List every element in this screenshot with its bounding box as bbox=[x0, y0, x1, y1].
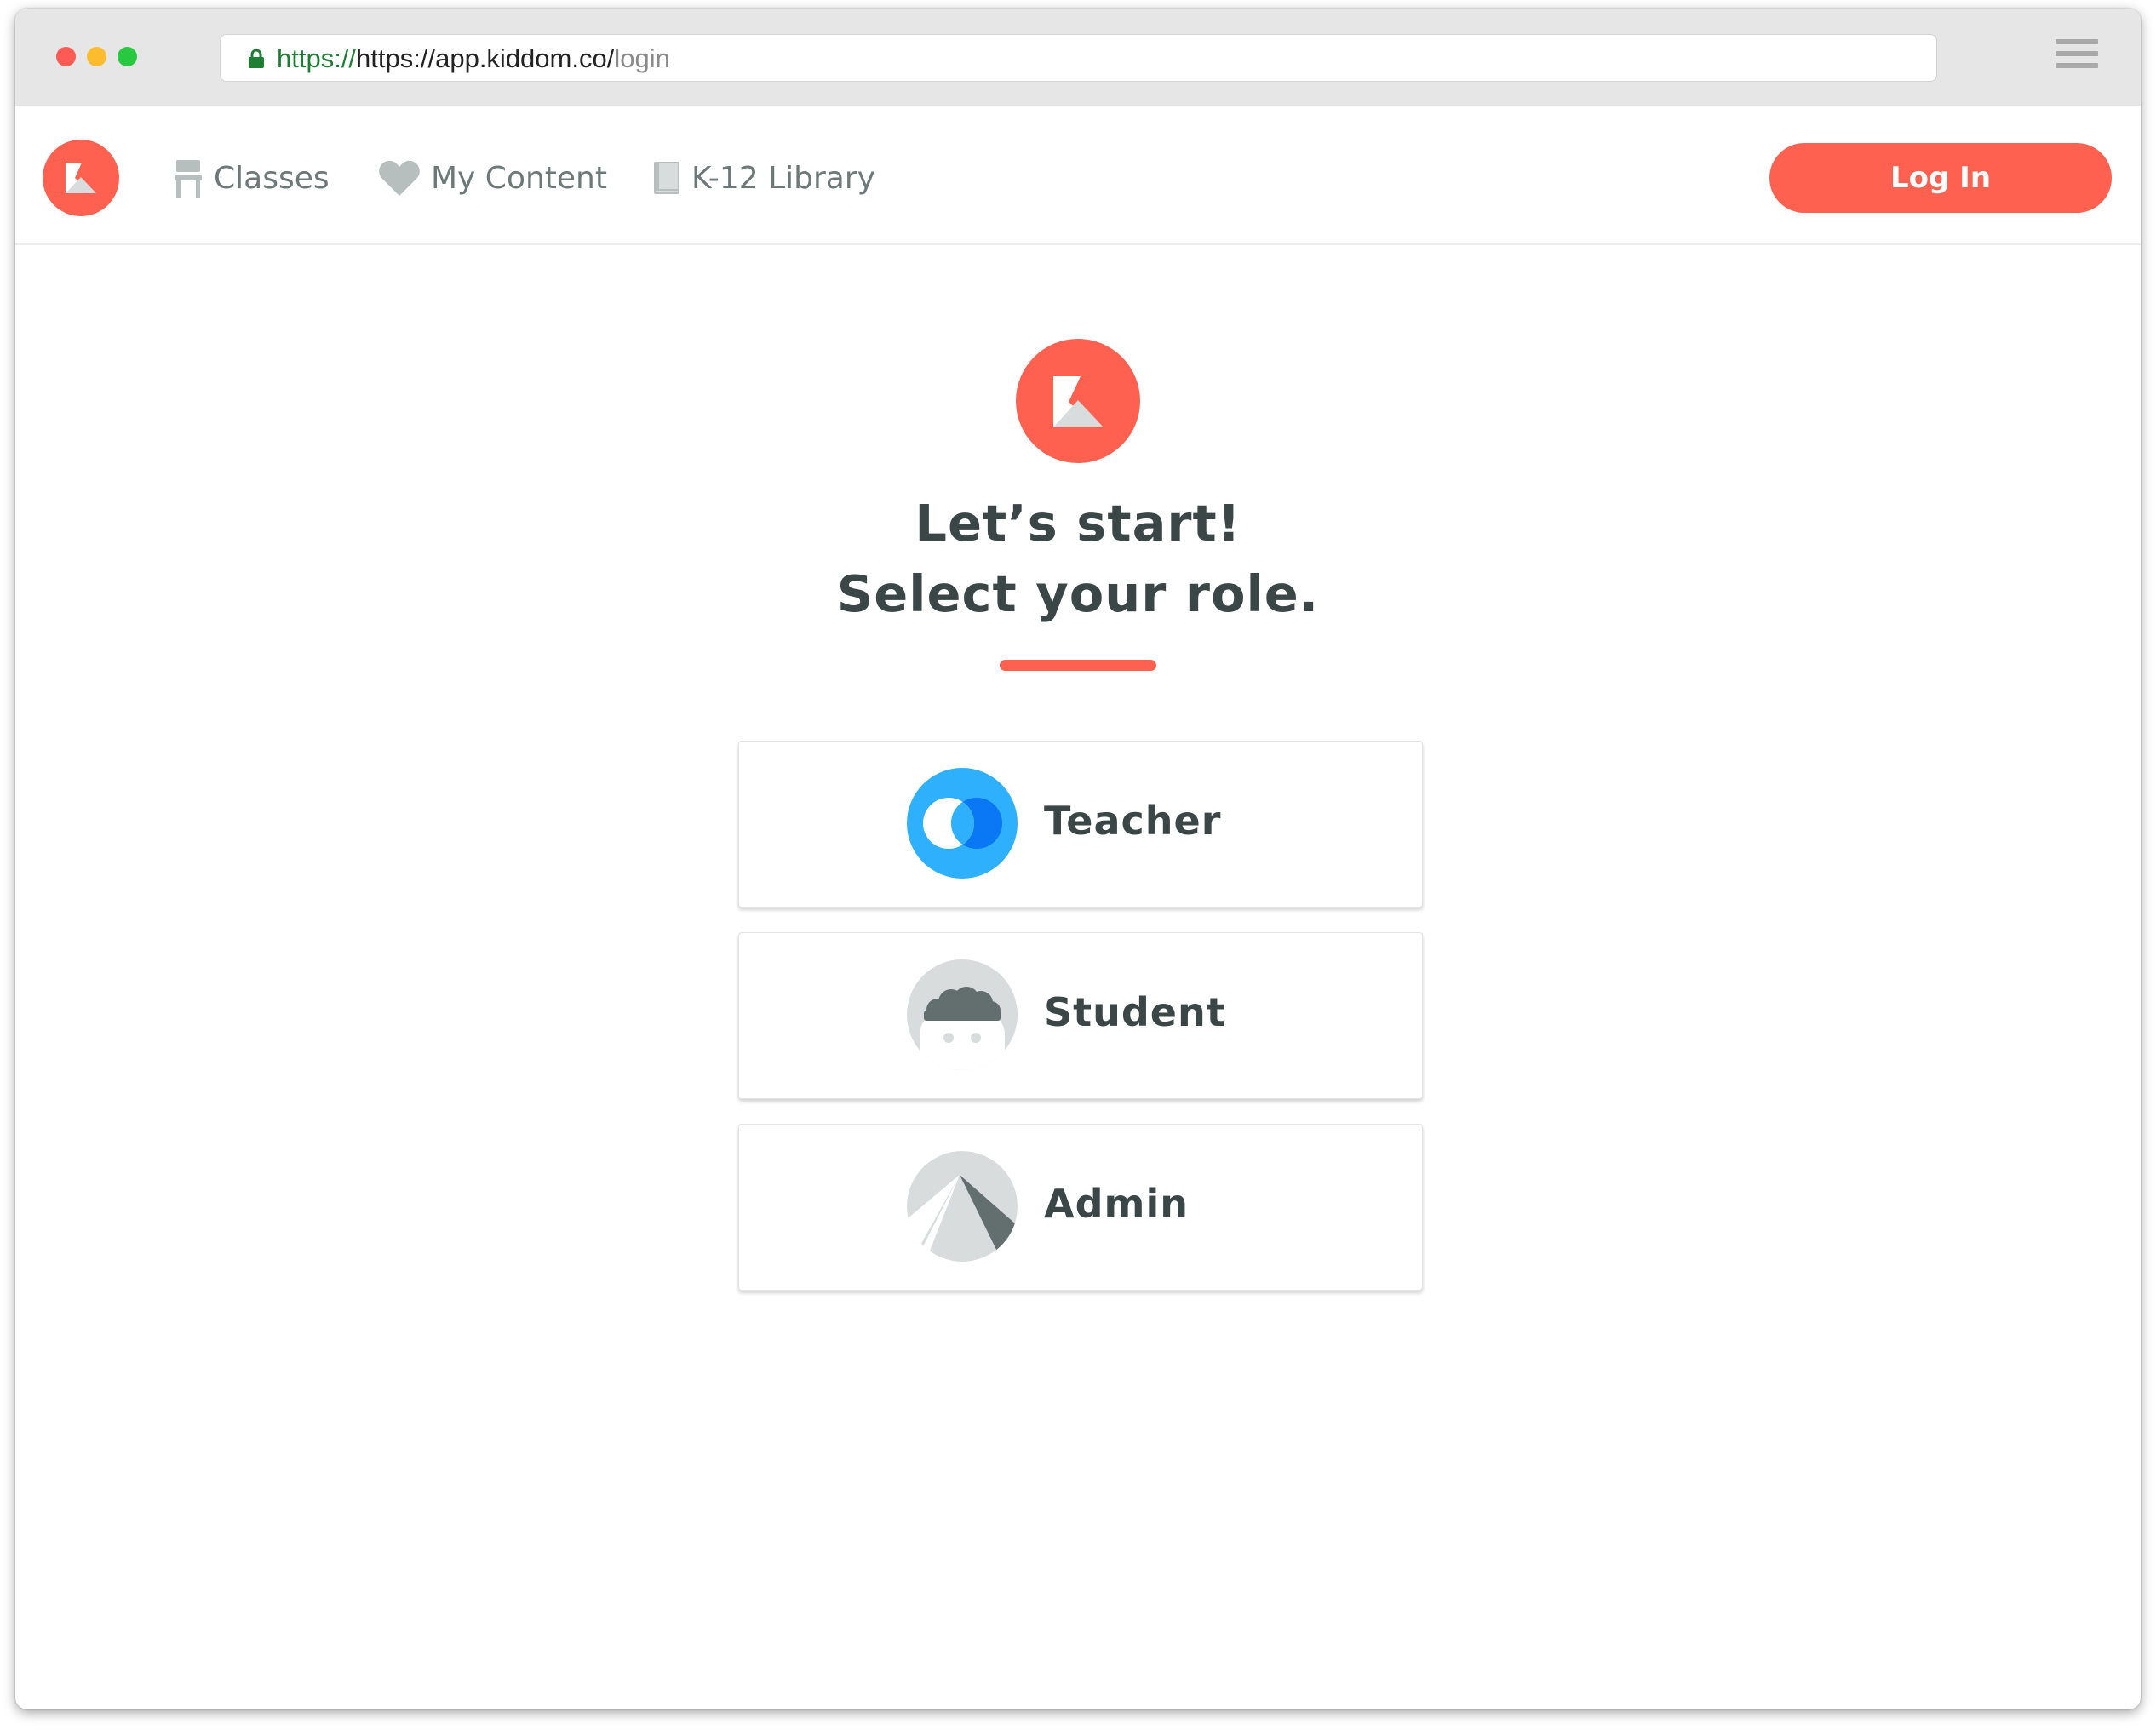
nav-item-label: My Content bbox=[431, 160, 607, 196]
teacher-icon bbox=[907, 768, 1018, 879]
nav-item-my-content[interactable]: My Content bbox=[378, 157, 607, 199]
browser-window: https://https://app.kiddom.co/login Clas… bbox=[15, 9, 2141, 1709]
zoom-window-button[interactable] bbox=[118, 47, 137, 66]
role-label: Teacher bbox=[1044, 798, 1222, 844]
student-icon bbox=[907, 959, 1018, 1070]
nav-item-label: K-12 Library bbox=[691, 160, 875, 196]
admin-icon bbox=[907, 1151, 1018, 1262]
nav-item-k12-library[interactable]: K-12 Library bbox=[652, 157, 875, 199]
nav-item-classes[interactable]: Classes bbox=[173, 157, 330, 199]
nav-item-label: Classes bbox=[214, 160, 330, 196]
kiddom-logo[interactable] bbox=[43, 140, 119, 216]
book-icon bbox=[654, 162, 679, 194]
hamburger-menu-icon[interactable] bbox=[2056, 39, 2098, 73]
role-card-student[interactable]: Student bbox=[738, 932, 1423, 1099]
app-navbar: Classes My Content K-12 Library Log In bbox=[15, 106, 2141, 245]
role-label: Admin bbox=[1044, 1181, 1189, 1227]
minimize-window-button[interactable] bbox=[87, 47, 106, 66]
url-scheme: https:// bbox=[277, 43, 357, 73]
address-bar[interactable]: https://https://app.kiddom.co/login bbox=[220, 34, 1937, 82]
heart-icon bbox=[379, 160, 420, 196]
role-card-teacher[interactable]: Teacher bbox=[738, 741, 1423, 908]
close-window-button[interactable] bbox=[56, 47, 76, 66]
login-button[interactable]: Log In bbox=[1769, 143, 2112, 213]
title-underline bbox=[1000, 660, 1156, 671]
browser-toolbar: https://https://app.kiddom.co/login bbox=[15, 9, 2141, 106]
url-text: https://https://app.kiddom.co/login bbox=[277, 45, 670, 72]
url-path: login bbox=[614, 43, 670, 73]
page-title-line-1: Let’s start! bbox=[915, 494, 1241, 553]
url-host: https://app.kiddom.co/ bbox=[356, 43, 615, 73]
role-label: Student bbox=[1044, 989, 1226, 1035]
chair-icon bbox=[175, 160, 202, 198]
lock-icon bbox=[249, 49, 264, 68]
page-title-line-2: Select your role. bbox=[836, 564, 1320, 623]
role-card-admin[interactable]: Admin bbox=[738, 1124, 1423, 1291]
kiddom-hero-logo bbox=[1016, 339, 1140, 463]
